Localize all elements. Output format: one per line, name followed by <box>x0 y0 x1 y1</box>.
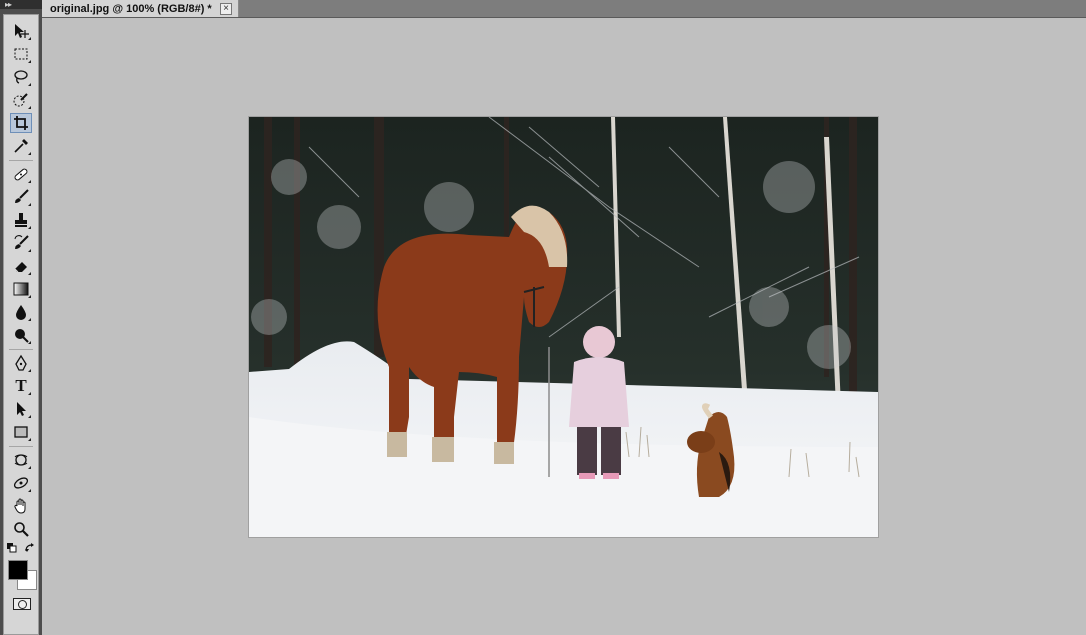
pen-tool-icon[interactable] <box>10 353 32 373</box>
rectangle-tool-icon[interactable] <box>10 422 32 442</box>
crop-tool-icon[interactable] <box>10 113 32 133</box>
eyedropper-tool-icon[interactable] <box>10 136 32 156</box>
dodge-tool-icon[interactable] <box>10 325 32 345</box>
move-tool-icon[interactable] <box>10 21 32 41</box>
type-tool-glyph: T <box>15 376 27 395</box>
3d-orbit-tool-icon[interactable] <box>10 473 32 493</box>
document-tab-title: original.jpg @ 100% (RGB/8#) * <box>50 2 212 15</box>
toolbox-divider <box>9 160 33 161</box>
healing-brush-tool-icon[interactable] <box>10 164 32 184</box>
panel-collapse-grip[interactable]: ▸▸ <box>0 0 42 9</box>
quick-selection-tool-icon[interactable] <box>10 90 32 110</box>
clone-stamp-tool-icon[interactable] <box>10 210 32 230</box>
canvas-area[interactable] <box>42 18 1086 635</box>
toolbox-divider <box>9 446 33 447</box>
quick-mask-icon[interactable] <box>13 598 31 610</box>
blur-tool-icon[interactable] <box>10 302 32 322</box>
marquee-tool-icon[interactable] <box>10 44 32 64</box>
tools-panel-body: T <box>3 14 39 635</box>
document-image[interactable] <box>249 117 878 537</box>
default-colors-icon[interactable] <box>6 542 18 554</box>
toolbox-divider <box>9 349 33 350</box>
history-brush-tool-icon[interactable] <box>10 233 32 253</box>
document-tab-bar: original.jpg @ 100% (RGB/8#) * × <box>42 0 1086 18</box>
swap-colors-icon[interactable] <box>24 542 36 554</box>
eraser-tool-icon[interactable] <box>10 256 32 276</box>
tools-panel: ▸▸ T <box>0 0 43 635</box>
brush-tool-icon[interactable] <box>10 187 32 207</box>
document-tab[interactable]: original.jpg @ 100% (RGB/8#) * × <box>42 0 239 17</box>
foreground-color-swatch[interactable] <box>8 560 28 580</box>
winter-scene-photo <box>249 117 878 537</box>
path-selection-tool-icon[interactable] <box>10 399 32 419</box>
type-tool-icon[interactable]: T <box>10 376 32 396</box>
3d-rotate-tool-icon[interactable] <box>10 450 32 470</box>
zoom-tool-icon[interactable] <box>10 519 32 539</box>
close-tab-icon[interactable]: × <box>220 3 232 15</box>
lasso-tool-icon[interactable] <box>10 67 32 87</box>
hand-tool-icon[interactable] <box>10 496 32 516</box>
gradient-tool-icon[interactable] <box>10 279 32 299</box>
